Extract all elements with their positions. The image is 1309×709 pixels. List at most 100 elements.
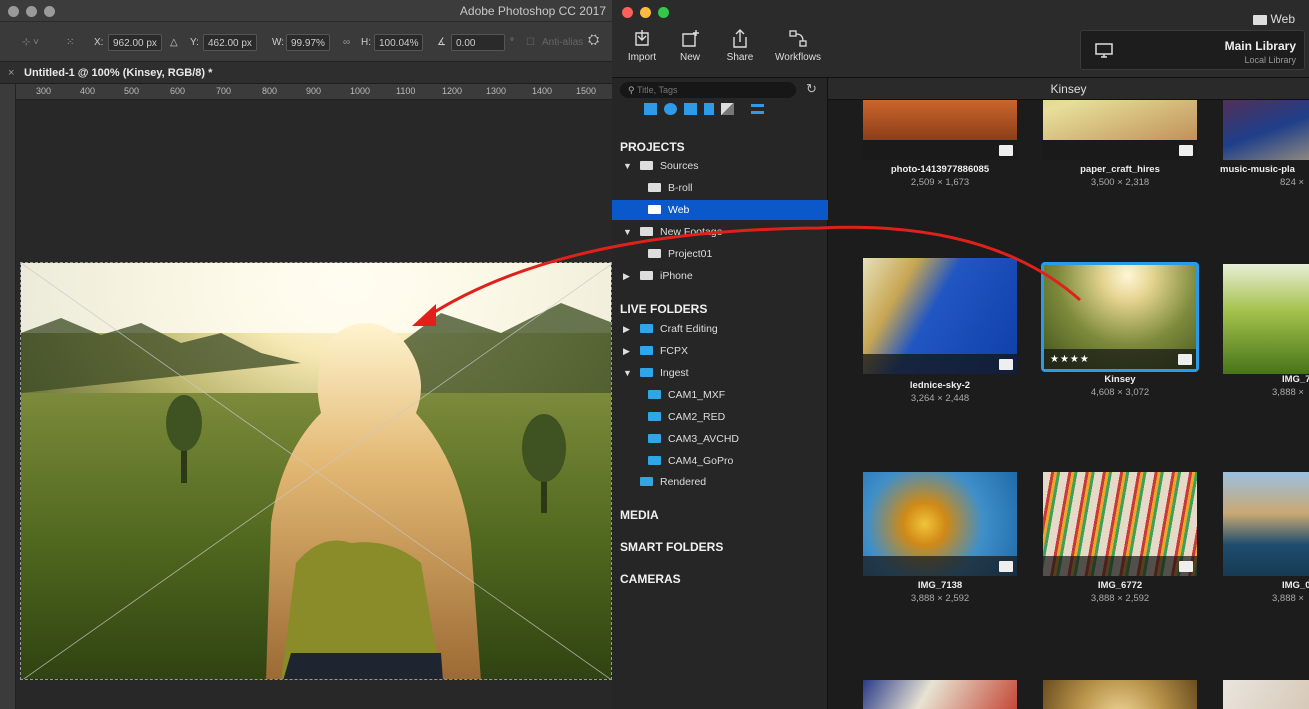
thumbnail-caption: Kinsey 4,608 × 3,072 bbox=[1040, 374, 1200, 398]
project-iphone[interactable]: ▶ iPhone bbox=[612, 266, 828, 286]
project01-label: Project01 bbox=[668, 248, 713, 260]
thumbnail-dims: 3,500 × 2,318 bbox=[1090, 177, 1150, 188]
image-type-icon bbox=[1179, 561, 1193, 572]
folder-web[interactable]: Web bbox=[612, 200, 828, 220]
image-filter-icon[interactable] bbox=[684, 102, 697, 115]
thumbnail-row4-2[interactable] bbox=[1043, 680, 1197, 709]
media-header[interactable]: MEDIA bbox=[620, 508, 659, 522]
close-window-button[interactable] bbox=[8, 6, 19, 17]
folder-cam3[interactable]: CAM3_AVCHD bbox=[612, 429, 828, 449]
zoom-window-button[interactable] bbox=[658, 7, 669, 18]
thumbnail-img-0[interactable] bbox=[1223, 472, 1309, 576]
thumbnail-dims: 3,888 × bbox=[1272, 387, 1304, 398]
library-sidebar: ⚲ Title, Tags ↻ PROJECTS ▼ Sources B-rol… bbox=[612, 78, 828, 709]
y-input[interactable]: 462.00 px bbox=[203, 34, 257, 51]
iphone-label: iPhone bbox=[660, 270, 693, 282]
close-tab-icon[interactable]: × bbox=[8, 67, 14, 79]
project-new-footage[interactable]: ▼ New Footage bbox=[612, 222, 828, 242]
w-input[interactable]: 99.97% bbox=[286, 34, 330, 51]
import-button[interactable]: Import bbox=[616, 28, 668, 63]
thumbnail-row4-3[interactable] bbox=[1223, 680, 1309, 709]
search-input[interactable]: ⚲ Title, Tags bbox=[620, 82, 796, 98]
folder-cam1[interactable]: CAM1_MXF bbox=[612, 385, 828, 405]
share-label: Share bbox=[726, 52, 754, 63]
thumbnail-photo-1413977886085[interactable] bbox=[863, 100, 1017, 160]
live-rendered[interactable]: Rendered bbox=[612, 472, 828, 492]
antialias-label: Anti-alias bbox=[542, 37, 584, 48]
video-filter-icon[interactable] bbox=[644, 102, 657, 115]
disclosure-closed-icon[interactable]: ▶ bbox=[623, 266, 630, 286]
kinsey-photo-image bbox=[21, 263, 611, 679]
folder-broll[interactable]: B-roll bbox=[612, 178, 828, 198]
thumbnail-img-7138[interactable] bbox=[863, 472, 1017, 576]
hierarchy-icon[interactable] bbox=[751, 103, 764, 114]
smart-folders-header[interactable]: SMART FOLDERS bbox=[620, 540, 723, 554]
new-footage-label: New Footage bbox=[660, 226, 723, 238]
angle-input[interactable]: 0.00 bbox=[451, 34, 505, 51]
thumbnail-row4-1[interactable] bbox=[863, 680, 1017, 709]
thumbnail-lednice-sky-2[interactable] bbox=[863, 258, 1017, 374]
warp-icon[interactable]: ⛭ bbox=[588, 31, 599, 48]
thumbnail-paper-craft-hires[interactable] bbox=[1043, 100, 1197, 160]
other-filter-icon[interactable] bbox=[721, 102, 734, 115]
disclosure-open-icon[interactable]: ▼ bbox=[623, 156, 632, 176]
document-filter-icon[interactable] bbox=[704, 102, 714, 115]
refresh-icon[interactable]: ↻ bbox=[806, 81, 817, 97]
disclosure-closed-icon[interactable]: ▶ bbox=[623, 319, 630, 339]
disclosure-open-icon[interactable]: ▼ bbox=[623, 363, 632, 383]
link-icon[interactable]: ∞ bbox=[343, 34, 350, 51]
broll-label: B-roll bbox=[668, 182, 693, 194]
library-selector[interactable]: Main Library Local Library bbox=[1080, 30, 1305, 70]
live-fcpx[interactable]: ▶ FCPX bbox=[612, 341, 828, 361]
minimize-window-button[interactable] bbox=[640, 7, 651, 18]
y-label: Y: bbox=[190, 37, 199, 48]
delta-icon[interactable]: △ bbox=[170, 34, 178, 51]
close-window-button[interactable] bbox=[622, 7, 633, 18]
document-tab[interactable]: × Untitled-1 @ 100% (Kinsey, RGB/8) * bbox=[0, 62, 612, 84]
web-label: Web bbox=[668, 204, 690, 216]
folder-cam4[interactable]: CAM4_GoPro bbox=[612, 451, 828, 471]
x-input[interactable]: 962.00 px bbox=[108, 34, 162, 51]
cameras-header[interactable]: CAMERAS bbox=[620, 572, 681, 586]
audio-filter-icon[interactable] bbox=[664, 102, 677, 115]
h-input[interactable]: 100.04% bbox=[374, 34, 424, 51]
reference-point-icon[interactable]: ⁙ bbox=[66, 34, 74, 51]
folder-cam2[interactable]: CAM2_RED bbox=[612, 407, 828, 427]
thumbnail-name: Kinsey bbox=[1104, 374, 1136, 385]
placed-photo-kinsey[interactable] bbox=[20, 262, 612, 680]
thumbnail-caption: IMG_0 3,888 × bbox=[1220, 580, 1309, 604]
move-tool-icon[interactable]: ⊹ ˅ bbox=[22, 34, 39, 51]
thumbnail-image bbox=[1223, 264, 1309, 374]
disclosure-open-icon[interactable]: ▼ bbox=[623, 222, 632, 242]
media-type-filters bbox=[644, 100, 771, 120]
h-label: H: bbox=[361, 37, 371, 48]
share-button[interactable]: Share bbox=[714, 28, 766, 63]
library-subtitle: Local Library bbox=[1244, 55, 1296, 65]
projects-header[interactable]: PROJECTS bbox=[620, 140, 685, 154]
thumbnail-kinsey-selected[interactable]: ★★★★ bbox=[1041, 262, 1199, 372]
workflows-button[interactable]: Workflows bbox=[772, 28, 824, 63]
blue-folder-icon bbox=[640, 324, 653, 333]
vertical-ruler bbox=[0, 84, 16, 709]
thumbnail-img-7[interactable] bbox=[1223, 264, 1309, 374]
minimize-window-button[interactable] bbox=[26, 6, 37, 17]
image-type-icon bbox=[999, 561, 1013, 572]
live-craft-editing[interactable]: ▶ Craft Editing bbox=[612, 319, 828, 339]
antialias-checkbox[interactable]: ☐ bbox=[526, 34, 535, 51]
cam3-label: CAM3_AVCHD bbox=[668, 433, 739, 445]
zoom-window-button[interactable] bbox=[44, 6, 55, 17]
live-folders-header[interactable]: LIVE FOLDERS bbox=[620, 302, 707, 316]
thumbnail-dims: 4,608 × 3,072 bbox=[1090, 387, 1150, 398]
disclosure-closed-icon[interactable]: ▶ bbox=[623, 341, 630, 361]
live-ingest[interactable]: ▼ Ingest bbox=[612, 363, 828, 383]
thumbnail-dims: 3,888 × 2,592 bbox=[1090, 593, 1150, 604]
thumbnail-caption: IMG_7138 3,888 × 2,592 bbox=[860, 580, 1020, 604]
ruler-tick: 600 bbox=[170, 86, 186, 96]
thumbnail-dims: 3,888 × 2,592 bbox=[910, 593, 970, 604]
project-sources[interactable]: ▼ Sources bbox=[612, 156, 828, 176]
folder-project01[interactable]: Project01 bbox=[612, 244, 828, 264]
new-button[interactable]: New bbox=[664, 28, 716, 63]
rating-stars[interactable]: ★★★★ bbox=[1050, 354, 1090, 365]
thumbnail-music-music-pla[interactable] bbox=[1223, 100, 1309, 160]
thumbnail-img-6772[interactable] bbox=[1043, 472, 1197, 576]
